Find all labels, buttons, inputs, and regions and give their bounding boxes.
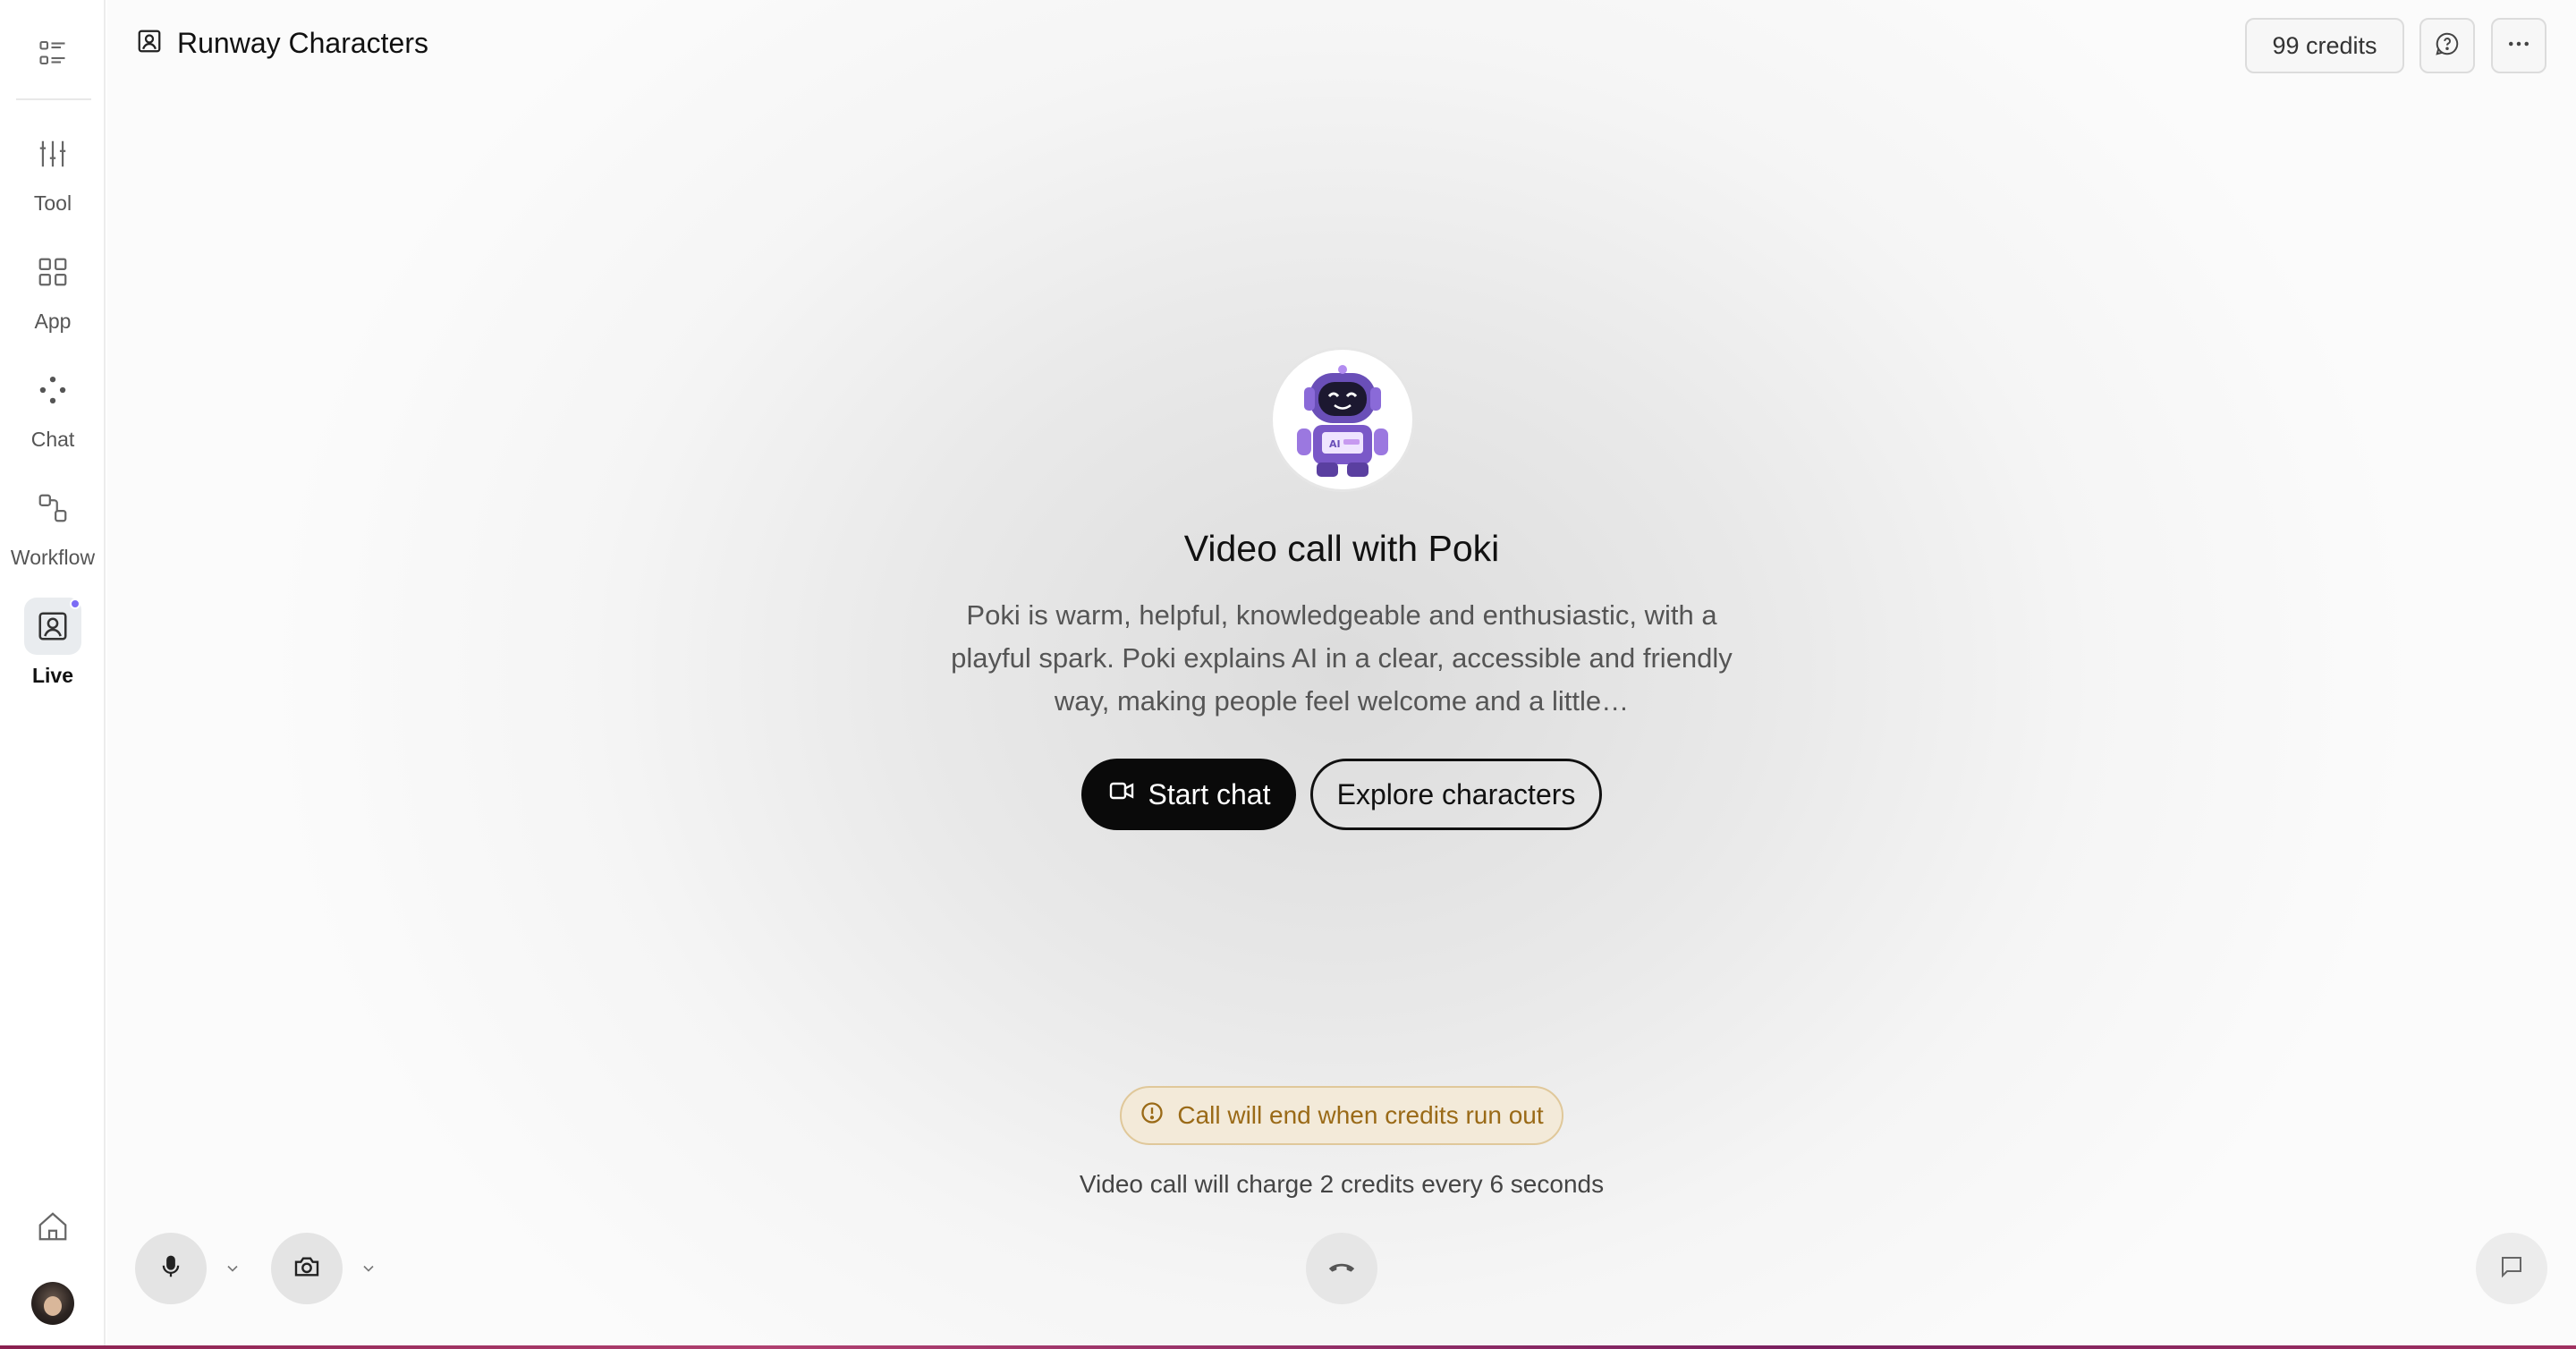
credits-button[interactable]: 99 credits [2245, 18, 2404, 73]
message-square-icon [2498, 1253, 2525, 1285]
page-title: Runway Characters [177, 27, 428, 59]
sidebar-item-label: Workflow [10, 546, 96, 569]
sidebar-item-label: Chat [30, 428, 75, 451]
user-avatar[interactable] [31, 1282, 74, 1325]
chat-dots-icon [24, 361, 81, 419]
sidebar-item-chat[interactable]: Chat [0, 361, 106, 465]
sidebar-item-tool[interactable]: Tool [0, 125, 106, 229]
end-call-button[interactable] [1306, 1233, 1377, 1304]
sidebar: Tool App Chat Workflow Live [0, 0, 106, 1349]
microphone-options-chevron-icon[interactable] [222, 1258, 243, 1279]
panel-list-icon[interactable] [33, 33, 72, 72]
call-heading: Video call with Poki [1183, 528, 1500, 569]
sliders-icon [24, 125, 81, 182]
more-options-button[interactable] [2491, 18, 2546, 73]
start-chat-button[interactable]: Start chat [1081, 759, 1296, 830]
home-icon[interactable] [27, 1204, 79, 1249]
charge-info: Video call will charge 2 credits every 6… [1079, 1170, 1605, 1198]
svg-text:AI: AI [1329, 438, 1341, 450]
credits-warning-badge: Call will end when credits run out [1120, 1086, 1563, 1145]
sidebar-item-workflow[interactable]: Workflow [0, 479, 106, 583]
more-dots-icon [2505, 30, 2532, 62]
sidebar-divider [16, 98, 91, 100]
credits-warning-text: Call will end when credits run out [1177, 1101, 1544, 1129]
character-avatar: AI [1270, 347, 1415, 492]
help-button[interactable] [2419, 18, 2475, 73]
camera-button[interactable] [271, 1233, 343, 1304]
camera-icon [292, 1252, 321, 1285]
video-camera-icon [1107, 776, 1136, 812]
window-bottom-edge [0, 1345, 2576, 1349]
sidebar-item-live[interactable]: Live [0, 598, 106, 701]
camera-options-chevron-icon[interactable] [358, 1258, 379, 1279]
portrait-icon [136, 28, 163, 59]
microphone-icon [157, 1253, 184, 1285]
page-header: Runway Characters [136, 27, 428, 60]
sidebar-item-label: Tool [33, 191, 72, 215]
live-portrait-icon [24, 598, 81, 655]
microphone-button[interactable] [135, 1233, 207, 1304]
help-chat-icon [2434, 30, 2461, 62]
grid-icon [24, 243, 81, 301]
sidebar-item-label: Live [31, 664, 74, 687]
main-panel: Runway Characters 99 credits AI Video ca… [107, 0, 2576, 1345]
chat-panel-button[interactable] [2476, 1233, 2547, 1304]
start-chat-label: Start chat [1148, 777, 1271, 810]
character-description: Poki is warm, helpful, knowledgeable and… [951, 599, 1733, 717]
alert-circle-icon [1140, 1100, 1165, 1132]
phone-hangup-icon [1326, 1251, 1357, 1286]
sidebar-item-app[interactable]: App [0, 243, 106, 347]
workflow-icon [24, 479, 81, 537]
notification-dot [70, 598, 80, 609]
explore-characters-button[interactable]: Explore characters [1310, 759, 1602, 830]
sidebar-item-label: App [34, 310, 72, 333]
